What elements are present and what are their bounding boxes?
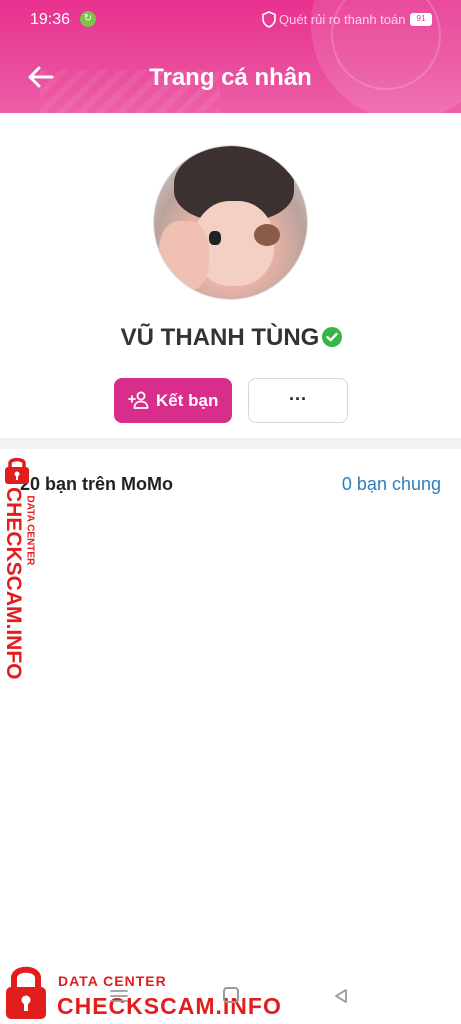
momo-status-icon: ↻ bbox=[80, 11, 96, 27]
avatar-sticker bbox=[254, 224, 280, 246]
status-time: 19:36 bbox=[30, 11, 71, 28]
friends-count: 20 bạn trên MoMo bbox=[20, 474, 174, 494]
section-divider bbox=[0, 438, 461, 449]
avatar-hand bbox=[159, 221, 209, 291]
add-friend-button[interactable]: Kết bạn bbox=[114, 378, 232, 423]
home-icon[interactable] bbox=[223, 987, 239, 1003]
verified-check-icon bbox=[322, 327, 342, 347]
lock-icon bbox=[5, 457, 29, 484]
battery-icon: 91 bbox=[410, 13, 432, 26]
more-options-button[interactable]: ··· bbox=[248, 378, 348, 423]
watermark-text: CHECKSCAM.INFO bbox=[2, 487, 25, 680]
app-header: 19:36 ↻ Quét rủi ro thanh toán 91 Trang … bbox=[0, 0, 461, 113]
back-triangle-icon[interactable] bbox=[333, 988, 349, 1004]
profile-name: VŨ THANH TÙNG bbox=[120, 324, 320, 351]
mutual-friends-link[interactable]: 0 bạn chung bbox=[342, 474, 441, 495]
person-add-icon bbox=[128, 391, 149, 409]
status-bar: 19:36 ↻ Quét rủi ro thanh toán 91 bbox=[0, 0, 461, 40]
avatar-sticker bbox=[209, 231, 221, 245]
watermark-subtitle: DATA CENTER bbox=[24, 495, 36, 566]
page-title: Trang cá nhân bbox=[149, 64, 312, 91]
avatar[interactable] bbox=[153, 145, 308, 300]
watermark-subtitle: DATA CENTER bbox=[58, 973, 167, 989]
lock-icon bbox=[6, 966, 46, 1019]
menu-icon[interactable] bbox=[110, 989, 128, 1003]
status-notification-text: Quét rủi ro thanh toán bbox=[279, 12, 406, 27]
add-friend-label: Kết bạn bbox=[156, 391, 219, 410]
shield-icon bbox=[262, 11, 276, 28]
watermark-text: CHECKSCAM.INFO bbox=[57, 993, 282, 1019]
